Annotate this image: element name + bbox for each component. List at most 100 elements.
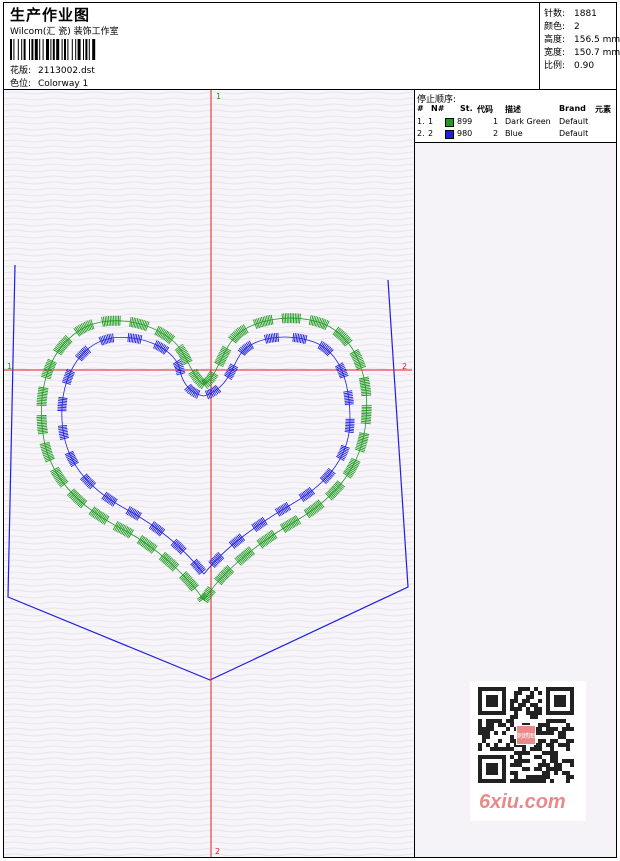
production-sheet: 生产作业图 Wilcom(汇 瓷) 装饰工作室 花版: 2113002.dst 色… xyxy=(3,2,620,858)
qr-module xyxy=(550,755,554,759)
qr-module xyxy=(486,719,490,723)
qr-module xyxy=(518,751,522,755)
barcode-bar xyxy=(56,39,60,60)
qr-module xyxy=(538,731,542,735)
qr-module xyxy=(510,747,514,751)
barcode-bar xyxy=(77,39,81,60)
qr-module xyxy=(538,779,542,783)
qr-module xyxy=(546,767,550,771)
qr-module xyxy=(550,759,554,763)
qr-module xyxy=(562,719,566,723)
qr-module xyxy=(538,743,542,747)
qr-module xyxy=(570,759,574,763)
qr-module xyxy=(566,747,570,751)
barcode-bar xyxy=(29,39,30,60)
stitch xyxy=(57,406,67,409)
qr-module xyxy=(534,687,538,691)
qr-module xyxy=(478,747,482,751)
qr-module xyxy=(478,723,482,727)
qr-module xyxy=(486,735,490,739)
qr-module xyxy=(526,695,530,699)
qr-module xyxy=(542,751,546,755)
qr-module xyxy=(514,707,518,711)
qr-module xyxy=(562,759,566,763)
qr-module xyxy=(522,751,526,755)
qr-module xyxy=(530,775,534,779)
qr-module xyxy=(522,779,526,783)
qr-module xyxy=(566,779,570,783)
qr-module xyxy=(538,767,542,771)
stat-stitches: 针数: 1881 xyxy=(544,9,597,19)
design-value: 2113002.dst xyxy=(38,66,95,76)
qr-module xyxy=(530,715,534,719)
barcode-bar xyxy=(64,39,66,60)
qr-module xyxy=(542,779,546,783)
qr-module xyxy=(502,723,506,727)
qr-module xyxy=(494,719,498,723)
qr-module xyxy=(518,779,522,783)
qr-module xyxy=(530,695,534,699)
qr-module xyxy=(526,775,530,779)
qr-module xyxy=(554,719,558,723)
qr-module xyxy=(526,707,530,711)
qr-module xyxy=(538,755,542,759)
qr-module xyxy=(478,731,482,735)
qr-module xyxy=(566,775,570,779)
qr-module xyxy=(522,759,526,763)
qr-module xyxy=(510,707,514,711)
barcode-bar xyxy=(75,39,77,60)
qr-module xyxy=(490,719,494,723)
qr-module xyxy=(514,759,518,763)
qr-module xyxy=(478,743,482,747)
qr-finder xyxy=(486,763,498,775)
qr-module xyxy=(514,771,518,775)
qr-module xyxy=(526,711,530,715)
qr-module xyxy=(546,743,550,747)
stitch xyxy=(36,419,47,422)
qr-module xyxy=(546,775,550,779)
qr-module xyxy=(494,747,498,751)
barcode-bar xyxy=(61,39,63,60)
stitch xyxy=(361,413,372,415)
qr-module xyxy=(566,743,570,747)
qr-module xyxy=(546,719,550,723)
qr-module xyxy=(554,763,558,767)
qr-module xyxy=(526,759,530,763)
qr-module xyxy=(562,743,566,747)
qr-module xyxy=(570,739,574,743)
stat-scale: 比例: 0.90 xyxy=(544,61,595,71)
barcode-bar xyxy=(83,39,84,60)
qr-module xyxy=(554,751,558,755)
qr-module xyxy=(534,715,538,719)
qr-module xyxy=(526,751,530,755)
qr-stamp-text: 刺绣图 xyxy=(517,732,535,740)
qr-module xyxy=(478,727,482,731)
qr-module xyxy=(514,695,518,699)
qr-module xyxy=(562,771,566,775)
barcode-bar xyxy=(71,39,73,60)
barcode-bar xyxy=(31,39,34,60)
qr-module xyxy=(558,735,562,739)
qr-module xyxy=(546,751,550,755)
qr-module xyxy=(550,767,554,771)
qr-module xyxy=(566,771,570,775)
qr-module xyxy=(554,771,558,775)
qr-module xyxy=(538,739,542,743)
qr-module xyxy=(506,743,510,747)
stop-sequence-header: # N# St. 代码 描述 Brand 元素 xyxy=(415,104,616,115)
qr-module xyxy=(498,719,502,723)
qr-module xyxy=(514,715,518,719)
qr-module xyxy=(530,779,534,783)
qr-module xyxy=(554,727,558,731)
col-header-n: N# xyxy=(431,104,445,113)
qr-module xyxy=(510,755,514,759)
qr-module xyxy=(534,767,538,771)
qr-module xyxy=(510,735,514,739)
qr-module xyxy=(538,763,542,767)
qr-module xyxy=(538,691,542,695)
axis-label-right: 2 xyxy=(402,362,407,371)
col-header-num: # xyxy=(417,104,424,113)
stitch xyxy=(296,313,298,324)
qr-module xyxy=(534,703,538,707)
qr-module xyxy=(490,747,494,751)
